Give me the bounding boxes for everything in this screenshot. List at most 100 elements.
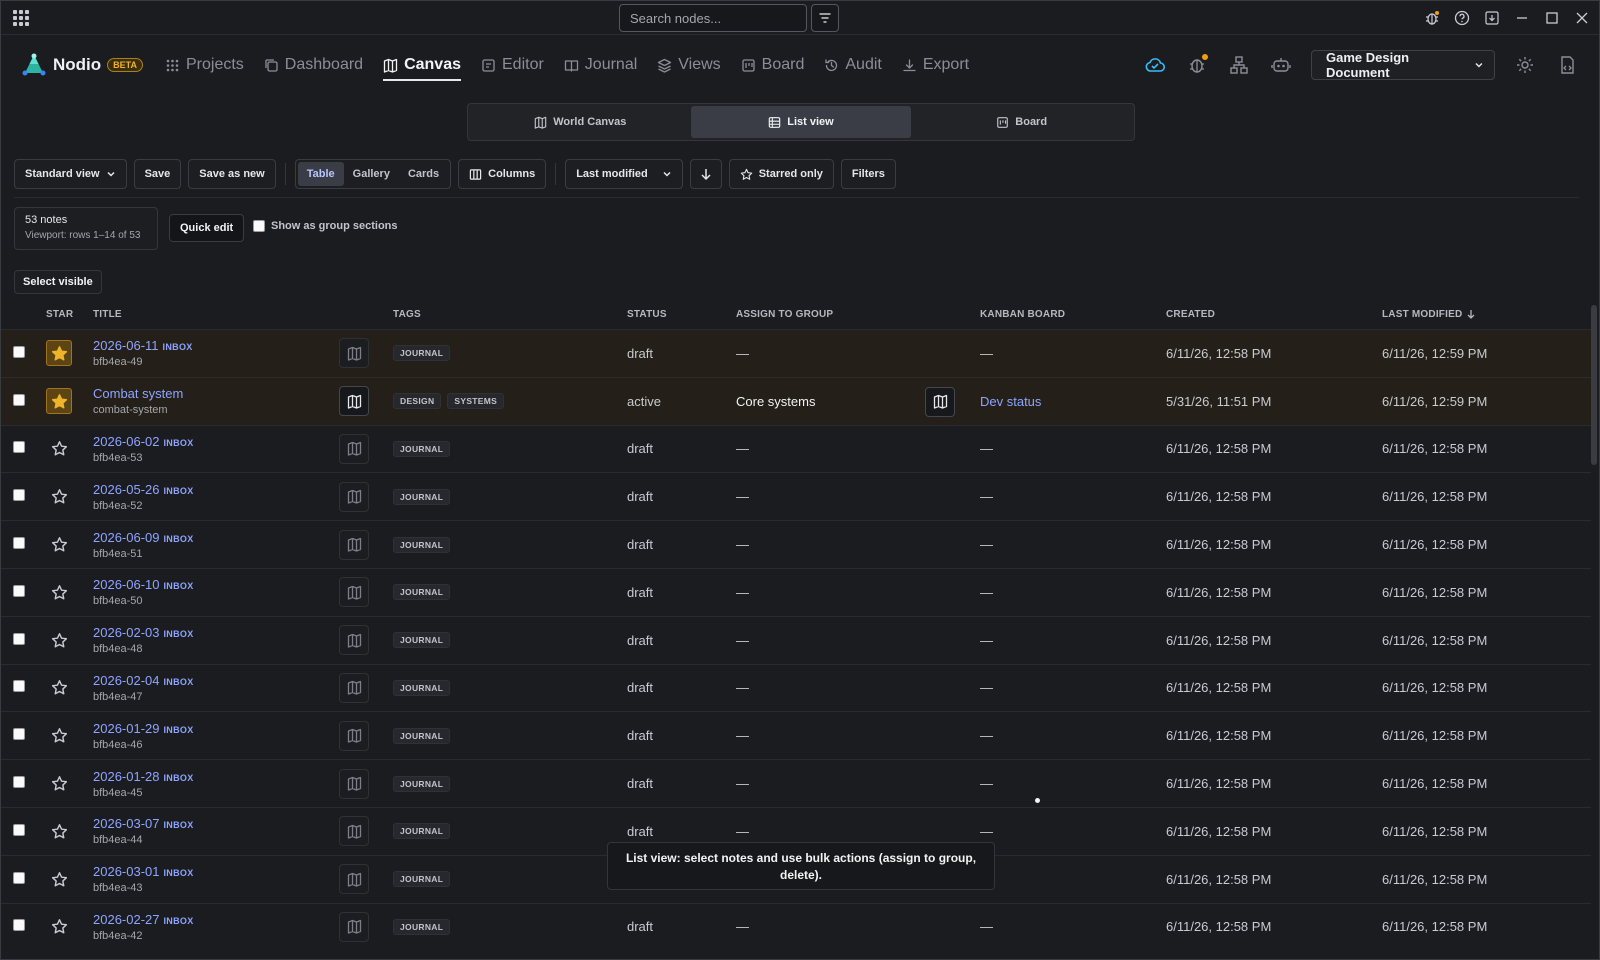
status-cell[interactable]: draft [627, 585, 736, 600]
kanban-cell[interactable]: — [980, 776, 1166, 791]
bug-report-icon[interactable] [1185, 53, 1209, 77]
group-cell[interactable]: — [736, 521, 980, 568]
table-row[interactable]: 2026-06-09 INBOX bfb4ea-51 JOURNAL draft … [1, 520, 1591, 568]
columns-button[interactable]: Columns [458, 159, 547, 189]
star-toggle[interactable] [46, 818, 72, 844]
status-cell[interactable]: draft [627, 346, 736, 361]
tab-journal[interactable]: Journal [564, 35, 637, 95]
gallery-layout-button[interactable]: Gallery [344, 162, 399, 186]
group-cell[interactable]: — [736, 569, 980, 616]
tab-audit[interactable]: Audit [824, 35, 882, 95]
panel-code-icon[interactable] [1555, 53, 1579, 77]
star-toggle[interactable] [46, 484, 72, 510]
status-cell[interactable]: draft [627, 728, 736, 743]
group-cell[interactable]: Core systems [736, 378, 980, 425]
status-cell[interactable]: draft [627, 633, 736, 648]
tab-canvas[interactable]: Canvas [383, 35, 461, 95]
kanban-cell[interactable]: — [980, 824, 1166, 839]
row-checkbox[interactable] [13, 776, 25, 789]
star-toggle[interactable] [46, 436, 72, 462]
kanban-cell[interactable]: — [980, 919, 1166, 934]
header-tags[interactable]: TAGS [393, 309, 627, 320]
header-created[interactable]: CREATED [1166, 309, 1382, 320]
star-toggle[interactable] [46, 627, 72, 653]
table-row[interactable]: 2026-02-03 INBOX bfb4ea-48 JOURNAL draft … [1, 615, 1591, 664]
tag-chip[interactable]: JOURNAL [393, 823, 451, 840]
row-checkbox[interactable] [13, 823, 25, 836]
open-canvas-button[interactable] [339, 720, 369, 751]
header-kanban[interactable]: KANBAN BOARD [980, 309, 1166, 320]
tag-chip[interactable]: JOURNAL [393, 775, 451, 792]
note-title-link[interactable]: 2026-02-27 [93, 912, 160, 927]
group-cell[interactable]: — [736, 330, 980, 377]
note-title-link[interactable]: 2026-06-02 [93, 434, 160, 449]
open-canvas-button[interactable] [339, 529, 369, 560]
robot-icon[interactable] [1269, 53, 1293, 77]
table-row[interactable]: 2026-02-04 INBOX bfb4ea-47 JOURNAL draft … [1, 663, 1591, 712]
open-canvas-button[interactable] [339, 816, 369, 847]
table-row[interactable]: 2026-02-27 INBOX bfb4ea-42 JOURNAL draft … [1, 902, 1591, 951]
row-checkbox[interactable] [13, 680, 25, 693]
table-row[interactable]: 2026-06-11 INBOX bfb4ea-49 JOURNAL draft … [1, 329, 1591, 377]
open-canvas-button[interactable] [339, 864, 369, 895]
header-modified[interactable]: LAST MODIFIED [1382, 309, 1582, 320]
status-cell[interactable]: draft [627, 680, 736, 695]
cloud-sync-icon[interactable] [1143, 53, 1167, 77]
gear-icon[interactable] [1513, 53, 1537, 77]
row-checkbox[interactable] [13, 537, 25, 550]
note-title-link[interactable]: 2026-01-29 [93, 721, 160, 736]
open-canvas-button[interactable] [339, 768, 369, 799]
row-checkbox[interactable] [13, 871, 25, 884]
kanban-cell[interactable]: — [980, 585, 1166, 600]
open-canvas-button[interactable] [339, 386, 369, 417]
list-view-tab[interactable]: List view [690, 106, 912, 138]
kanban-cell[interactable]: — [980, 441, 1166, 456]
tag-chip[interactable]: JOURNAL [393, 536, 451, 553]
note-title-link[interactable]: 2026-06-10 [93, 577, 160, 592]
standard-view-select[interactable]: Standard view [14, 159, 127, 189]
row-checkbox[interactable] [13, 584, 25, 597]
open-canvas-button[interactable] [339, 625, 369, 656]
note-title-link[interactable]: 2026-06-09 [93, 530, 160, 545]
header-group[interactable]: ASSIGN TO GROUP [736, 299, 980, 329]
note-title-link[interactable]: Combat system [93, 386, 183, 401]
kanban-cell[interactable]: — [980, 489, 1166, 504]
note-title-link[interactable]: 2026-01-28 [93, 769, 160, 784]
tag-chip[interactable]: JOURNAL [393, 440, 451, 457]
open-canvas-button[interactable] [339, 338, 369, 369]
open-canvas-button[interactable] [339, 433, 369, 464]
tag-chip[interactable]: JOURNAL [393, 345, 451, 362]
open-canvas-button[interactable] [339, 481, 369, 512]
star-toggle[interactable] [46, 771, 72, 797]
table-layout-button[interactable]: Table [297, 162, 344, 186]
help-icon[interactable] [1453, 9, 1471, 27]
tag-chip[interactable]: JOURNAL [393, 584, 451, 601]
group-canvas-button[interactable] [925, 386, 955, 417]
star-toggle[interactable] [46, 866, 72, 892]
group-cell[interactable]: — [736, 426, 980, 473]
kanban-cell[interactable]: Dev status [980, 394, 1166, 409]
open-canvas-button[interactable] [339, 672, 369, 703]
tag-chip[interactable]: JOURNAL [393, 871, 451, 888]
open-canvas-button[interactable] [339, 577, 369, 608]
star-toggle[interactable] [46, 340, 72, 367]
tab-editor[interactable]: Editor [481, 35, 544, 95]
tab-projects[interactable]: Projects [165, 35, 244, 95]
tag-chip[interactable]: JOURNAL [393, 488, 451, 505]
note-title-link[interactable]: 2026-02-03 [93, 625, 160, 640]
group-sections-toggle[interactable]: Show as group sections [253, 220, 398, 232]
status-cell[interactable]: draft [627, 824, 736, 839]
maximize-icon[interactable] [1543, 9, 1561, 27]
header-title[interactable]: TITLE [93, 309, 339, 320]
kanban-cell[interactable]: — [980, 680, 1166, 695]
star-toggle[interactable] [46, 675, 72, 701]
tab-dashboard[interactable]: Dashboard [264, 35, 363, 95]
table-row[interactable]: Combat system combat-system DESIGN SYSTEM… [1, 376, 1591, 425]
row-checkbox[interactable] [13, 441, 25, 454]
status-cell[interactable]: draft [627, 537, 736, 552]
world-canvas-tab[interactable]: World Canvas [470, 106, 691, 138]
group-cell[interactable]: — [736, 904, 980, 951]
cards-layout-button[interactable]: Cards [399, 162, 448, 186]
search-input[interactable] [619, 4, 807, 32]
status-cell[interactable]: draft [627, 776, 736, 791]
